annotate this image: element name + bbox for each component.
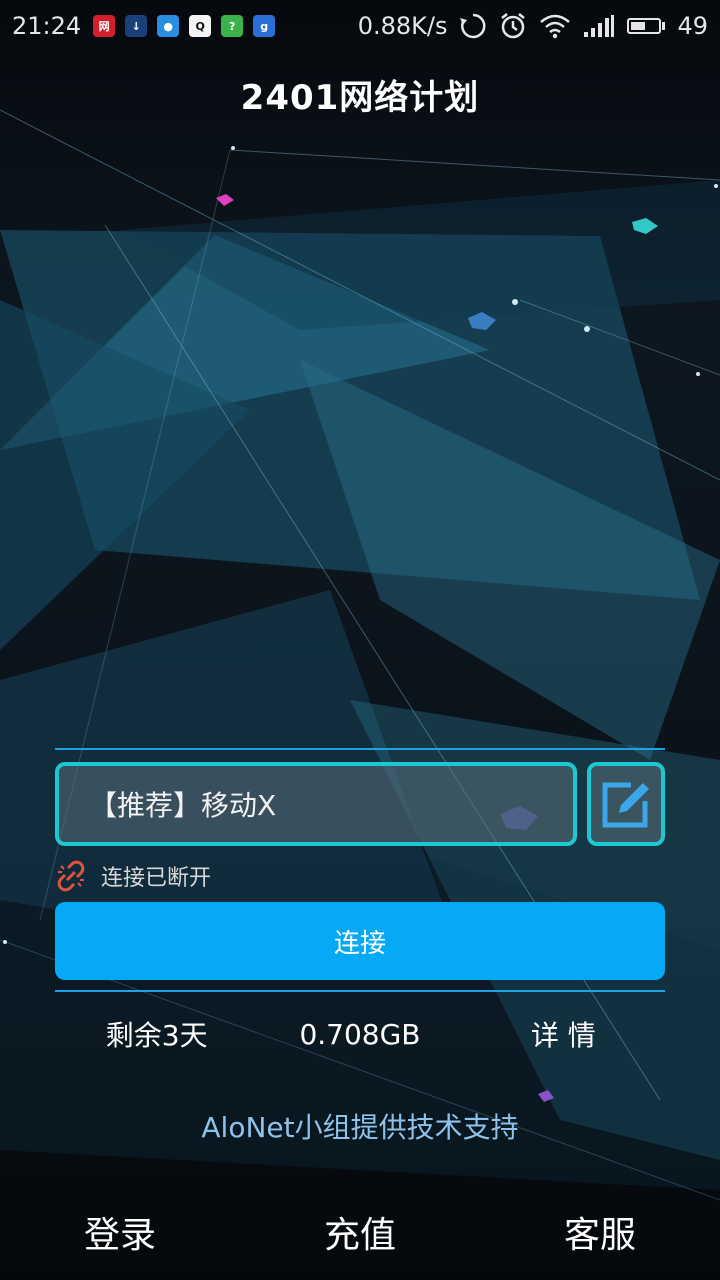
browser-icon: ● — [157, 15, 180, 37]
background-art — [0, 109, 720, 1201]
nav-recharge[interactable]: 充值 — [240, 1206, 480, 1258]
details-link[interactable]: 详 情 — [462, 1014, 665, 1054]
app-screen: 21:24 网 ↓ ● Q ? g 0.88K/s 49 2401网络计划 【推… — [0, 0, 720, 1280]
nav-login[interactable]: 登录 — [0, 1206, 240, 1258]
server-select[interactable]: 【推荐】移动X — [55, 762, 577, 846]
battery-icon — [627, 18, 666, 34]
sync-icon — [460, 13, 486, 39]
nav-service[interactable]: 客服 — [480, 1206, 720, 1258]
edit-server-button[interactable] — [587, 762, 665, 846]
bottom-divider — [55, 990, 665, 992]
bottom-nav: 登录 充值 客服 — [0, 1192, 720, 1272]
g-icon: g — [253, 15, 276, 37]
remaining-days: 剩余3天 — [105, 1019, 208, 1052]
status-bar: 21:24 网 ↓ ● Q ? g 0.88K/s 49 — [0, 0, 720, 52]
netease-icon: 网 — [93, 15, 116, 37]
battery-level: 49 — [677, 12, 708, 40]
support-text: AloNet小组提供技术支持 — [201, 1111, 519, 1144]
net-speed: 0.88K/s — [357, 12, 448, 40]
qq-icon: Q — [189, 15, 212, 37]
connection-status: 连接已断开 — [55, 858, 211, 894]
status-right: 0.88K/s 49 — [358, 12, 708, 40]
help-icon: ? — [221, 15, 244, 37]
alarm-icon — [501, 13, 526, 39]
edit-icon — [602, 782, 649, 828]
top-divider — [55, 748, 665, 750]
page-title: 2401网络计划 — [240, 78, 480, 118]
stats-row: 剩余3天 0.708GB 详 情 — [55, 1008, 665, 1060]
broken-link-icon — [57, 860, 85, 892]
connect-button[interactable]: 连接 — [55, 902, 665, 980]
wifi-icon — [540, 14, 571, 39]
traffic-used: 0.708GB — [299, 1017, 421, 1051]
signal-icon — [584, 15, 615, 37]
notification-icons: 网 ↓ ● Q ? g — [93, 15, 276, 37]
status-time: 21:24 — [12, 12, 82, 40]
download-icon: ↓ — [125, 15, 148, 37]
connection-status-text: 连接已断开 — [101, 866, 212, 891]
